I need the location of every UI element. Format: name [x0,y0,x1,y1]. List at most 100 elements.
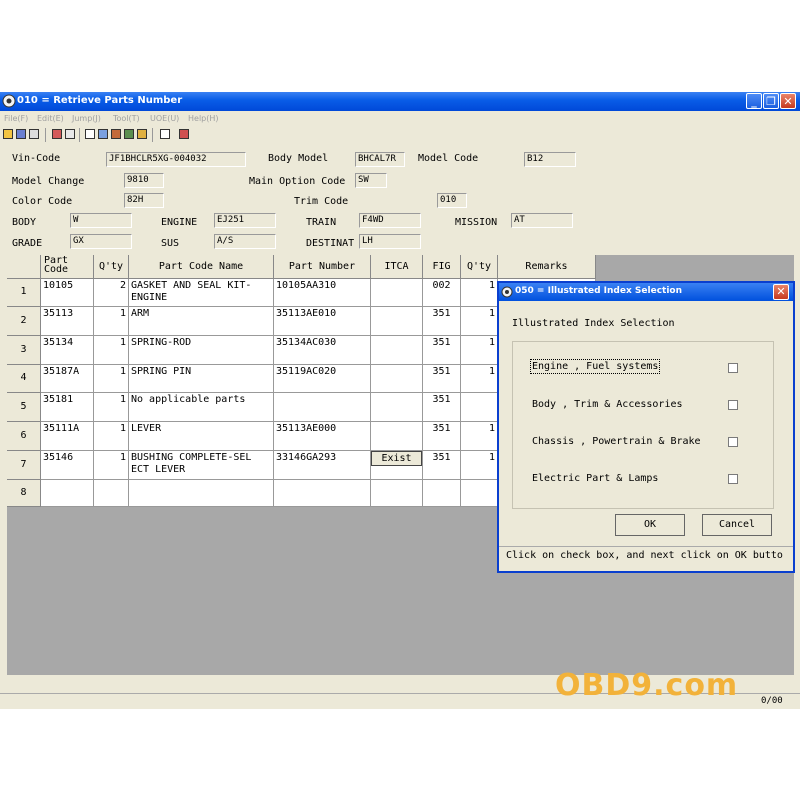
grid-cell-part-number[interactable]: 10105AA310 [274,279,371,307]
col-header-qty[interactable]: Q'ty [94,255,129,279]
row-selector[interactable]: 8 [7,480,41,507]
menu-edit[interactable]: Edit(E) [37,114,64,123]
menu-file[interactable]: File(F) [4,114,28,123]
grid-cell-itca[interactable] [371,365,423,393]
cancel-button[interactable]: Cancel [702,514,772,536]
body-field[interactable]: W [70,213,132,228]
train-field[interactable]: F4WD [359,213,421,228]
col-header-fig[interactable]: FIG [423,255,461,279]
ok-button[interactable]: OK [615,514,685,536]
grid-cell-part-number[interactable]: 35119AC020 [274,365,371,393]
option-label-chassis-powertrain[interactable]: Chassis , Powertrain & Brake [532,436,701,447]
tool-icon-2[interactable] [65,129,75,139]
grid-cell-name[interactable]: ARM [129,307,274,336]
grid-cell-itca[interactable] [371,279,423,307]
grid-cell-qty2[interactable]: 1 [461,336,498,365]
grid-cell-name[interactable]: SPRING-ROD [129,336,274,365]
grid-cell-fig[interactable]: 351 [423,307,461,336]
model-code-field[interactable]: B12 [524,152,576,167]
grid-cell-qty[interactable]: 1 [94,365,129,393]
grid-cell-name[interactable]: BUSHING COMPLETE-SEL ECT LEVER [129,451,274,480]
col-header-remarks[interactable]: Remarks [498,255,596,279]
col-header-part-number[interactable]: Part Number [274,255,371,279]
grid-cell-qty[interactable]: 2 [94,279,129,307]
grid-cell-qty[interactable]: 1 [94,422,129,451]
row-selector[interactable]: 5 [7,393,41,422]
option-checkbox-engine-fuel[interactable] [728,363,738,373]
picture-icon[interactable] [111,129,121,139]
menu-jump[interactable]: Jump(J) [72,114,101,123]
destinat-field[interactable]: LH [359,234,421,249]
dialog-close-button[interactable]: ✕ [773,284,789,300]
main-option-code-field[interactable]: SW [355,173,387,188]
grid-cell-qty[interactable] [94,480,129,507]
grid-cell-part-number[interactable]: 33146GA293 [274,451,371,480]
col-header-itca[interactable]: ITCA [371,255,423,279]
grid-cell-fig[interactable]: 002 [423,279,461,307]
option-label-electric-lamps[interactable]: Electric Part & Lamps [532,473,658,484]
grid-cell-itca[interactable] [371,422,423,451]
grid-cell-qty[interactable]: 1 [94,307,129,336]
grid-cell-qty2[interactable]: 1 [461,365,498,393]
row-selector[interactable]: 6 [7,422,41,451]
grid-cell-part-number[interactable]: 35113AE000 [274,422,371,451]
menu-help[interactable]: Help(H) [188,114,219,123]
grid-cell-itca[interactable] [371,480,423,507]
row-selector[interactable]: 7 [7,451,41,480]
engine-field[interactable]: EJ251 [214,213,276,228]
grid-cell-part-code[interactable]: 35113 [41,307,94,336]
itca-exist-button[interactable]: Exist [371,451,422,466]
copy-icon[interactable] [160,129,170,139]
print-icon[interactable] [29,129,39,139]
grade-field[interactable]: GX [70,234,132,249]
option-label-engine-fuel[interactable]: Engine , Fuel systems [529,359,661,374]
sort-icon[interactable] [124,129,134,139]
user-icon[interactable] [137,129,147,139]
grid-cell-qty2[interactable] [461,480,498,507]
grid-cell-part-code[interactable]: 35187A [41,365,94,393]
row-selector[interactable]: 2 [7,307,41,336]
grid-cell-fig[interactable]: 351 [423,422,461,451]
grid-cell-name[interactable]: No applicable parts [129,393,274,422]
grid-cell-qty2[interactable]: 1 [461,422,498,451]
grid-cell-itca[interactable]: Exist [371,451,423,480]
row-selector[interactable]: 1 [7,279,41,307]
vin-code-field[interactable]: JF1BHCLR5XG-004032 [106,152,246,167]
grid-cell-name[interactable]: GASKET AND SEAL KIT- ENGINE [129,279,274,307]
option-checkbox-body-trim[interactable] [728,400,738,410]
grid-cell-itca[interactable] [371,393,423,422]
open-icon[interactable] [3,129,13,139]
grid-cell-part-code[interactable]: 35134 [41,336,94,365]
model-change-field[interactable]: 9810 [124,173,164,188]
grid-cell-part-number[interactable] [274,393,371,422]
grid-cell-qty2[interactable]: 1 [461,307,498,336]
trim-code-field[interactable]: 010 [437,193,467,208]
grid-cell-qty[interactable]: 1 [94,336,129,365]
color-code-field[interactable]: 82H [124,193,164,208]
grid-cell-part-code[interactable]: 35181 [41,393,94,422]
grid-cell-part-number[interactable]: 35113AE010 [274,307,371,336]
row-selector[interactable]: 3 [7,336,41,365]
grid-cell-part-code[interactable] [41,480,94,507]
grid-cell-part-number[interactable] [274,480,371,507]
grid-cell-fig[interactable]: 351 [423,451,461,480]
grid-cell-name[interactable]: LEVER [129,422,274,451]
grid-icon[interactable] [85,129,95,139]
sus-field[interactable]: A/S [214,234,276,249]
menu-uoe[interactable]: UOE(U) [150,114,179,123]
grid-cell-itca[interactable] [371,336,423,365]
grid-cell-fig[interactable]: 351 [423,336,461,365]
tool-icon-1[interactable] [52,129,62,139]
grid-cell-fig[interactable] [423,480,461,507]
col-header-part-code-name[interactable]: Part Code Name [129,255,274,279]
grid-cell-qty2[interactable]: 1 [461,451,498,480]
grid-cell-qty[interactable]: 1 [94,393,129,422]
maximize-button[interactable]: ❐ [763,93,779,109]
grid-cell-fig[interactable]: 351 [423,393,461,422]
list-icon[interactable] [98,129,108,139]
save-icon[interactable] [16,129,26,139]
grid-cell-qty[interactable]: 1 [94,451,129,480]
col-header-part-code[interactable]: Part Code [41,255,94,279]
exit-icon[interactable] [179,129,189,139]
option-checkbox-electric-lamps[interactable] [728,474,738,484]
